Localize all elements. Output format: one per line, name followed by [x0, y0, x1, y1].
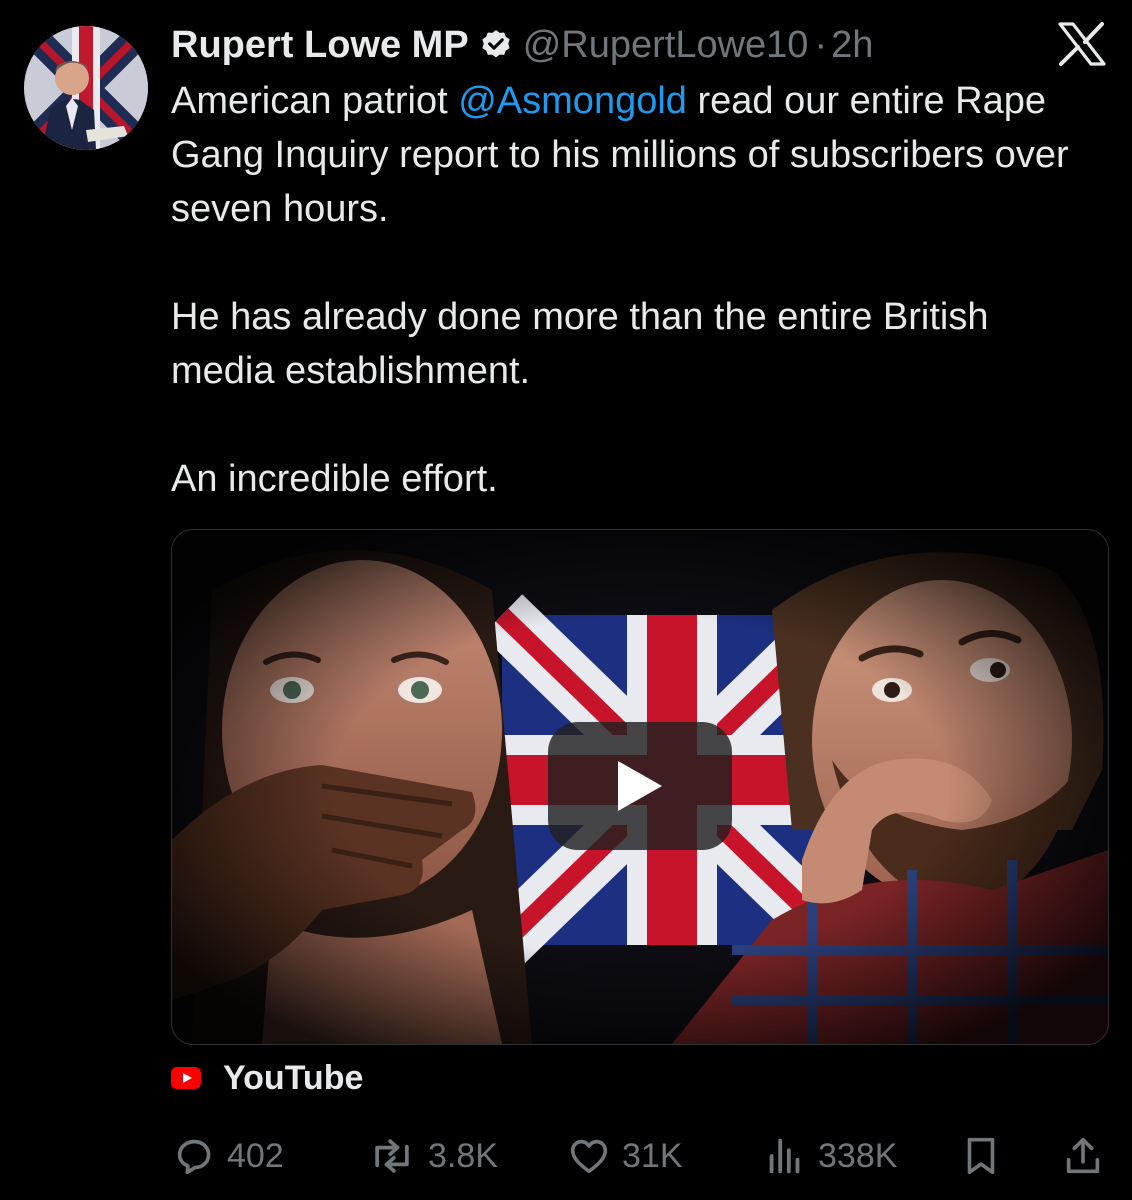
play-button[interactable]: [548, 722, 732, 850]
avatar-photo: [24, 26, 148, 150]
repost-button[interactable]: 3.8K: [366, 1132, 498, 1180]
time-separator: ·: [814, 23, 828, 66]
tweet-header: Rupert Lowe MP @RupertLowe10 · 2h: [171, 20, 873, 70]
repost-count: 3.8K: [428, 1136, 498, 1175]
tweet-action-bar: 402 3.8K 31K 338K: [0, 1126, 1132, 1186]
tweet-timestamp[interactable]: 2h: [831, 24, 873, 67]
bookmark-button[interactable]: [958, 1132, 1004, 1180]
tweet-paragraph-1: American patriot @Asmongold read our ent…: [171, 74, 1101, 236]
views-bar-chart-icon: [769, 1138, 800, 1174]
reply-count: 402: [227, 1136, 284, 1175]
tweet-paragraph-2: He has already done more than the entire…: [171, 296, 989, 392]
share-button[interactable]: [1060, 1132, 1106, 1180]
like-count: 31K: [622, 1136, 683, 1175]
link-source[interactable]: YouTube: [171, 1056, 363, 1100]
reply-button[interactable]: 402: [171, 1132, 284, 1180]
author-name[interactable]: Rupert Lowe MP: [171, 24, 469, 67]
tweet-body: American patriot @Asmongold read our ent…: [171, 74, 1101, 506]
like-button[interactable]: 31K: [566, 1132, 683, 1180]
tweet-paragraph-3: An incredible effort.: [171, 458, 498, 500]
share-icon: [1066, 1137, 1100, 1174]
bookmark-icon: [967, 1137, 995, 1175]
views-button[interactable]: 338K: [762, 1132, 897, 1180]
mention-link[interactable]: @Asmongold: [458, 80, 687, 122]
views-count: 338K: [818, 1136, 898, 1175]
video-thumbnail[interactable]: [171, 529, 1109, 1045]
link-source-label: YouTube: [223, 1058, 364, 1097]
play-icon: [618, 761, 662, 811]
author-avatar[interactable]: [24, 26, 148, 150]
tweet-text-segment: American patriot: [171, 80, 459, 122]
repost-icon: [375, 1139, 409, 1173]
x-logo-icon: [1058, 22, 1106, 66]
youtube-icon: [171, 1067, 201, 1089]
verified-badge-icon[interactable]: [479, 28, 513, 62]
heart-icon: [570, 1139, 608, 1174]
author-handle[interactable]: @RupertLowe10: [523, 24, 809, 67]
reply-icon: [177, 1139, 211, 1175]
